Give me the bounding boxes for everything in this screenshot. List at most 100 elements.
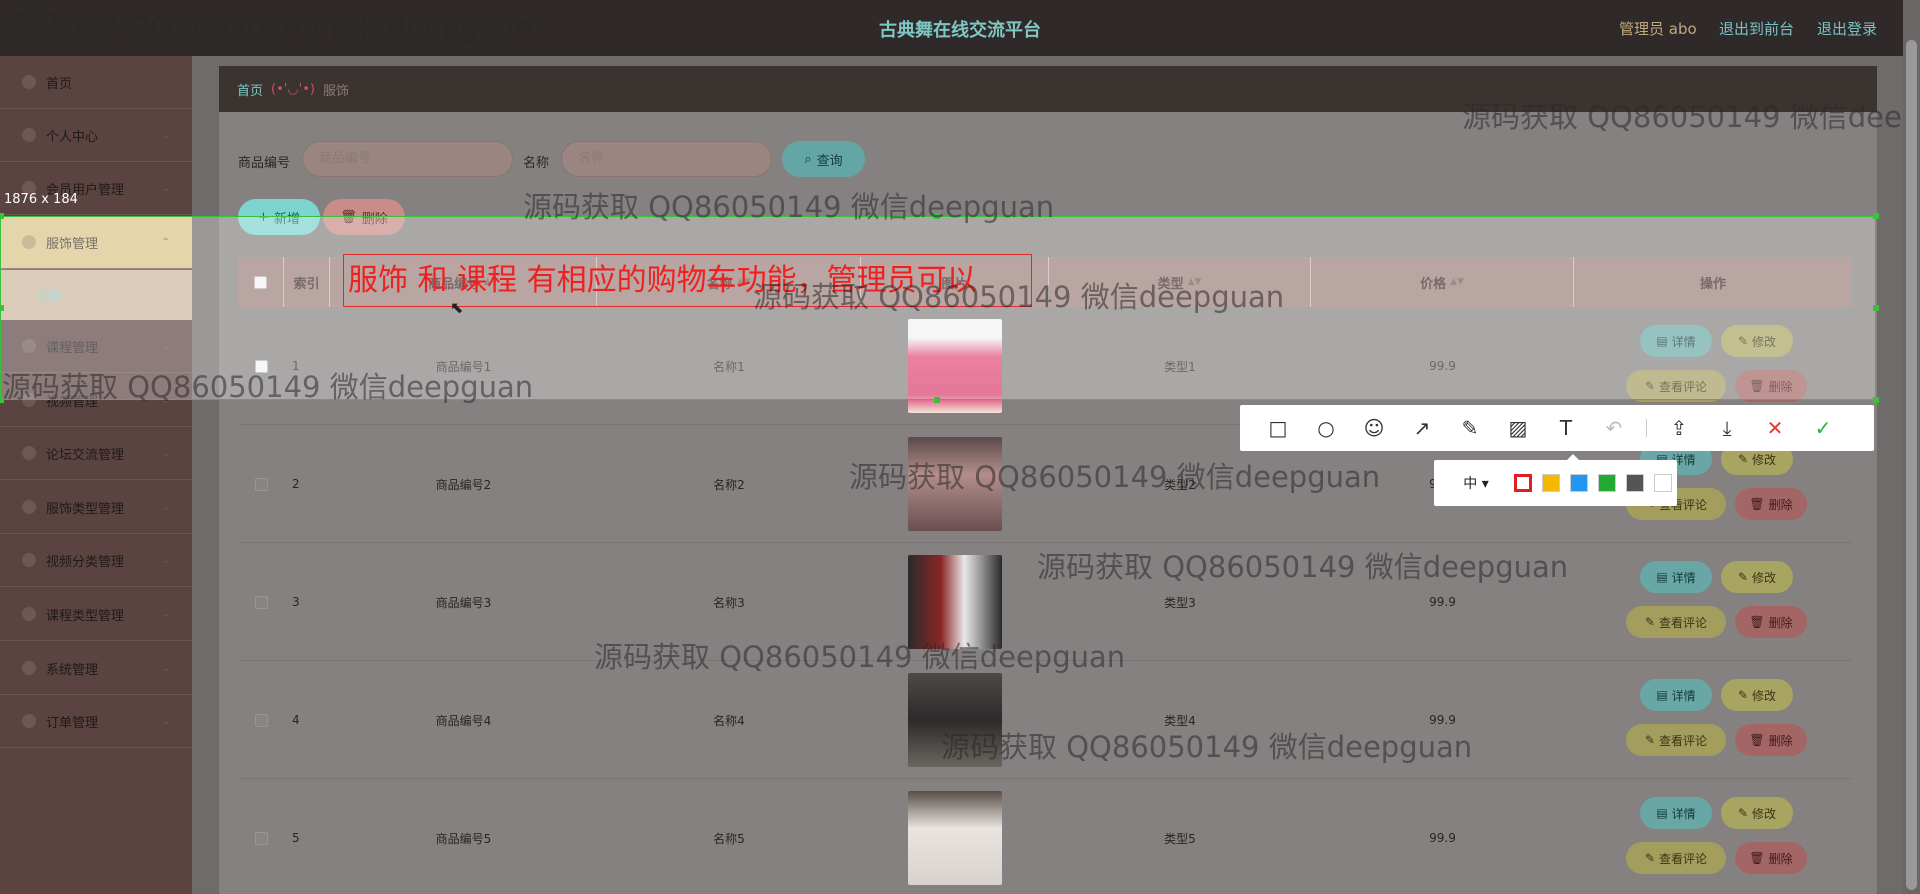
emoji-icon[interactable]: ☺ (1350, 405, 1398, 451)
chevron-down-icon: ⌄ (161, 501, 170, 513)
trash-icon: 🗑 (1749, 615, 1765, 629)
row-checkbox[interactable] (254, 477, 268, 491)
chevron-down-icon: ⌄ (161, 662, 170, 674)
delete-button[interactable]: 🗑 删除 (1735, 488, 1807, 520)
sidebar-item-clothing-types[interactable]: 服饰类型管理 ⌄ (0, 481, 192, 534)
sidebar-item-label: 订单管理 (46, 715, 99, 731)
doc-icon: ▤ (1656, 688, 1668, 702)
breadcrumb-home[interactable]: 首页 (237, 80, 263, 99)
edit-button-label: 修改 (1752, 688, 1777, 703)
font-size-select[interactable]: 中 ▾ (1448, 473, 1504, 493)
logout-link[interactable]: 退出登录 (1817, 18, 1877, 39)
download-icon[interactable]: ⤓ (1703, 405, 1751, 451)
code-search-label: 商品编号 (238, 156, 291, 171)
detail-button[interactable]: ▤ 详情 (1640, 797, 1712, 829)
detail-button-label: 详情 (1671, 806, 1696, 821)
row-checkbox[interactable] (254, 713, 268, 727)
pencil-icon: ✎ (1737, 570, 1749, 584)
color-swatch-white[interactable] (1654, 474, 1672, 492)
delete-button[interactable]: 🗑 删除 (1735, 606, 1807, 638)
sidebar-item-orders[interactable]: 订单管理 ⌄ (0, 695, 192, 748)
code-search-input[interactable]: 商品编号 (302, 141, 513, 177)
edit-button-label: 修改 (1752, 452, 1777, 467)
tag-icon (22, 500, 36, 514)
name-search-label: 名称 (523, 156, 550, 171)
trash-icon: 🗑 (1749, 733, 1765, 747)
detail-button[interactable]: ▤ 详情 (1640, 679, 1712, 711)
row-name: 名称5 (713, 831, 745, 846)
watermark: 源码获取 QQ86050149 微信deepguan (753, 280, 1285, 314)
watermark: 源码获取 QQ86050149 微信deepguan (849, 460, 1381, 494)
resize-handle[interactable] (1873, 213, 1879, 219)
chevron-down-icon: ⌄ (161, 129, 170, 141)
row-checkbox[interactable] (254, 595, 268, 609)
pen-icon[interactable]: ✎ (1446, 405, 1494, 451)
trash-icon: 🗑 (1749, 851, 1765, 865)
user-icon (22, 128, 36, 142)
text-style-panel: 中 ▾ (1434, 454, 1677, 506)
share-icon[interactable]: ⇪ (1655, 405, 1703, 451)
resize-handle[interactable] (1873, 305, 1879, 311)
circle-icon[interactable]: ○ (1302, 405, 1350, 451)
row-image-cell (861, 779, 1049, 894)
delete-button[interactable]: 🗑 删除 (1735, 842, 1807, 874)
font-size-value: 中 (1463, 476, 1478, 492)
watermark: 源码获取 QQ86050149 微信deepguan (941, 730, 1473, 764)
color-swatch-blue[interactable] (1570, 474, 1588, 492)
sidebar-item-course-types[interactable]: 课程类型管理 ⌄ (0, 588, 192, 641)
sidebar-item-members[interactable]: 会员用户管理 ⌄ (0, 162, 192, 215)
edit-button[interactable]: ✎ 修改 (1721, 797, 1793, 829)
query-button[interactable]: ⌕ 查询 (782, 141, 865, 177)
row-checkbox[interactable] (254, 831, 268, 845)
color-swatch-yellow[interactable] (1542, 474, 1560, 492)
view-comments-button[interactable]: ✎查看评论 (1626, 606, 1726, 638)
edit-button[interactable]: ✎ 修改 (1721, 679, 1793, 711)
resize-handle[interactable] (0, 213, 4, 219)
watermark: 源码获取 QQ86050149 微信deepguan (594, 640, 1126, 674)
selection-size-label: 1876 x 184 (4, 192, 78, 207)
close-icon[interactable]: ✕ (1751, 405, 1799, 451)
scrollbar-thumb[interactable] (1906, 40, 1917, 890)
chat-icon (22, 446, 36, 460)
vertical-scrollbar[interactable] (1903, 0, 1920, 894)
sidebar-item-label: 首页 (46, 76, 73, 92)
sidebar-item-video-categories[interactable]: 视频分类管理 ⌄ (0, 534, 192, 587)
watermark: 源码获取 QQ86050149 微信deepguan (2, 10, 534, 44)
color-swatch-green[interactable] (1598, 474, 1616, 492)
order-icon (22, 714, 36, 728)
text-icon[interactable]: T (1542, 405, 1590, 451)
sidebar-item-label: 系统管理 (46, 662, 99, 678)
delete-button-label: 删除 (1768, 851, 1793, 866)
color-swatch-gray[interactable] (1626, 474, 1644, 492)
sidebar-item-home[interactable]: 首页 (0, 56, 192, 109)
view-comments-button[interactable]: ✎查看评论 (1626, 724, 1726, 756)
undo-icon[interactable]: ↶ (1590, 405, 1638, 451)
sidebar-item-profile[interactable]: 个人中心 ⌄ (0, 109, 192, 162)
detail-button[interactable]: ▤ 详情 (1640, 561, 1712, 593)
delete-button-label: 删除 (1768, 497, 1793, 512)
arrow-icon[interactable]: ↗ (1398, 405, 1446, 451)
resize-handle[interactable] (1873, 397, 1879, 403)
resize-handle[interactable] (0, 305, 4, 311)
admin-user-label: 管理员 abo (1619, 20, 1697, 38)
back-to-front-link[interactable]: 退出到前台 (1719, 18, 1794, 39)
color-swatch-red[interactable] (1514, 474, 1532, 492)
breadcrumb-current: 服饰 (323, 83, 350, 99)
sidebar-item-label: 个人中心 (46, 129, 99, 145)
resize-handle[interactable] (934, 397, 940, 403)
row-name: 名称2 (713, 477, 745, 492)
sidebar-item-forum[interactable]: 论坛交流管理 ⌄ (0, 427, 192, 480)
mouse-cursor-icon: ⬉ (450, 298, 464, 317)
confirm-check-icon[interactable]: ✓ (1799, 405, 1847, 451)
doc-icon: ▤ (1656, 570, 1668, 584)
view-comments-button[interactable]: ✎查看评论 (1626, 842, 1726, 874)
sidebar-item-system[interactable]: 系统管理 ⌄ (0, 642, 192, 695)
sidebar-item-label: 视频分类管理 (46, 554, 125, 570)
edit-button[interactable]: ✎ 修改 (1721, 561, 1793, 593)
pencil-icon: ✎ (1737, 806, 1749, 820)
mosaic-icon[interactable]: ▨ (1494, 405, 1542, 451)
rectangle-icon[interactable]: □ (1254, 405, 1302, 451)
name-search-input[interactable]: 名称 (561, 141, 772, 177)
delete-button[interactable]: 🗑 删除 (1735, 724, 1807, 756)
chevron-down-icon: ⌄ (161, 554, 170, 566)
